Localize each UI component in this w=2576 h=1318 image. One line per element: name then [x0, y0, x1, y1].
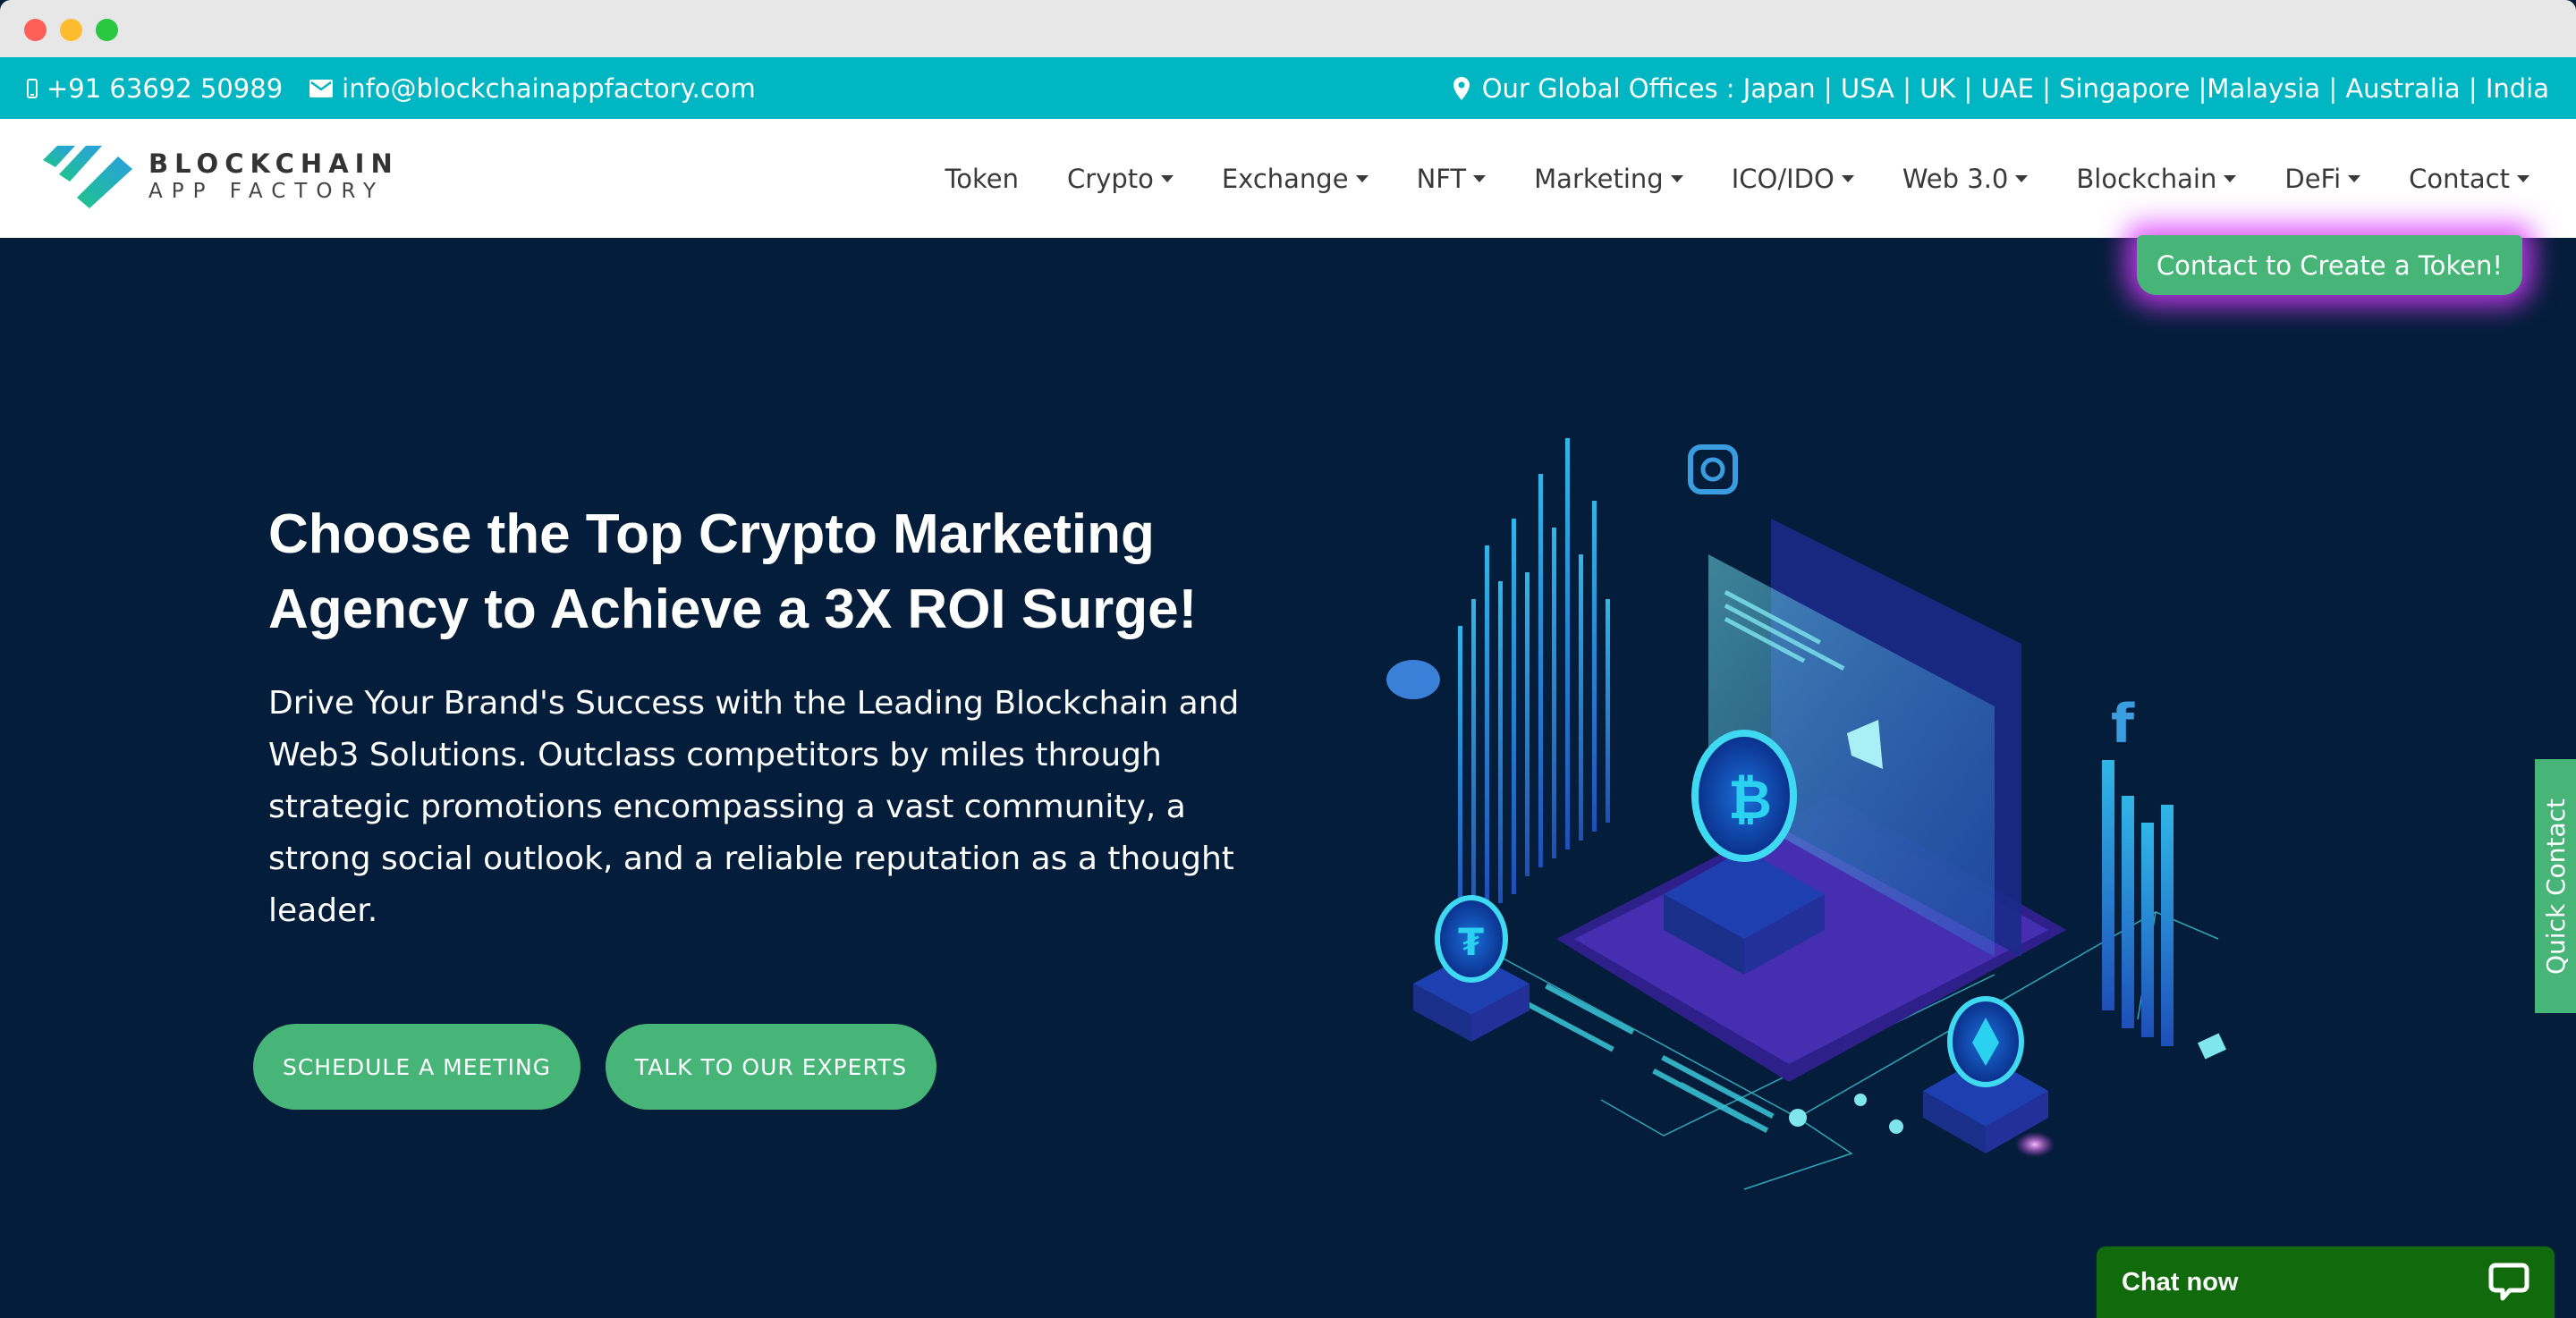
caret-down-icon: [2224, 174, 2237, 182]
main-navbar: BLOCKCHAIN APP FACTORY Token Crypto Exch…: [0, 119, 2576, 238]
logo-mark-icon: [43, 146, 132, 208]
email-link[interactable]: info@blockchainappfactory.com: [309, 73, 756, 104]
window-titlebar: [0, 0, 2576, 57]
bitcoin-icon: ₿: [1728, 769, 1772, 832]
ethereum-coin-pedestal: [1923, 996, 2048, 1153]
caret-down-icon: [1160, 174, 1174, 182]
logo-line-1: BLOCKCHAIN: [148, 148, 399, 179]
nav-label: Crypto: [1067, 163, 1154, 194]
nav-item-crypto[interactable]: Crypto: [1067, 164, 1174, 194]
nav-label: Token: [945, 163, 1019, 194]
nav-item-defi[interactable]: DeFi: [2284, 163, 2361, 194]
tether-icon: ₮: [1458, 920, 1484, 964]
caret-down-icon: [2015, 174, 2029, 182]
nav-label: DeFi: [2284, 163, 2342, 194]
tether-coin-pedestal: ₮: [1413, 895, 1530, 1042]
nav-label: ICO/IDO: [1731, 163, 1835, 194]
close-window-button[interactable]: [24, 19, 47, 41]
minimize-window-button[interactable]: [60, 19, 82, 41]
create-token-cta-button[interactable]: Contact to Create a Token!: [2136, 235, 2522, 295]
nav-item-blockchain[interactable]: Blockchain: [2076, 163, 2237, 194]
envelope-icon: [309, 79, 334, 97]
bar-chart-left: [1458, 438, 1610, 930]
nav-item-exchange[interactable]: Exchange: [1222, 164, 1368, 194]
phone-link[interactable]: +91 63692 50989: [27, 73, 283, 104]
mobile-phone-icon: [27, 78, 38, 98]
crypto-marketing-illustration: f ₿ ₮: [1386, 438, 2227, 1190]
circuit-node: [1789, 1109, 1807, 1127]
circuit-node: [1854, 1094, 1867, 1106]
nav-label: Blockchain: [2076, 163, 2217, 194]
nav-item-web3[interactable]: Web 3.0: [1902, 164, 2029, 194]
data-chip: [2197, 1033, 2227, 1060]
caret-down-icon: [2348, 174, 2361, 182]
map-marker-icon: [1453, 76, 1470, 100]
discord-icon: [1386, 660, 1440, 699]
nav-item-token[interactable]: Token: [945, 164, 1019, 194]
quick-contact-label: Quick Contact: [2540, 798, 2571, 975]
nav-label: Exchange: [1221, 163, 1349, 194]
nav-label: Marketing: [1534, 163, 1664, 194]
hero-subtext: Drive Your Brand's Success with the Lead…: [268, 685, 1240, 929]
chat-bubble-icon: [2488, 1263, 2529, 1301]
logo-line-2: APP FACTORY: [148, 180, 386, 203]
caret-down-icon: [1670, 174, 1683, 182]
bar-chart-right: [2102, 760, 2174, 1046]
hero-headline: Choose the Top Crypto Marketing Agency t…: [268, 503, 1198, 640]
primary-nav: Token Crypto Exchange NFT Marketing ICO/…: [945, 119, 2529, 238]
caret-down-icon: [1473, 174, 1487, 182]
quick-contact-tab[interactable]: Quick Contact: [2535, 759, 2576, 1013]
nav-label: Contact: [2409, 163, 2510, 194]
nav-item-ico-ido[interactable]: ICO/IDO: [1732, 164, 1854, 194]
phone-number: +91 63692 50989: [47, 72, 284, 104]
nav-item-nft[interactable]: NFT: [1417, 164, 1487, 194]
caret-down-icon: [2517, 174, 2529, 182]
nav-label: Web 3.0: [1902, 163, 2009, 194]
email-address: info@blockchainappfactory.com: [342, 72, 756, 104]
nav-label: NFT: [1416, 163, 1467, 194]
instagram-icon: [1688, 444, 1738, 494]
nav-item-contact[interactable]: Contact: [2409, 164, 2529, 194]
logo[interactable]: BLOCKCHAIN APP FACTORY: [43, 144, 399, 208]
caret-down-icon: [1841, 174, 1854, 182]
circuit-node: [1889, 1119, 1903, 1134]
schedule-meeting-button[interactable]: SCHEDULE A MEETING: [253, 1024, 580, 1110]
maximize-window-button[interactable]: [96, 19, 118, 41]
chat-now-widget[interactable]: Chat now: [2097, 1246, 2555, 1318]
top-contact-bar: +91 63692 50989 info@blockchainappfactor…: [0, 57, 2576, 119]
glow-dot: [2015, 1132, 2055, 1157]
global-offices-text: Our Global Offices : Japan | USA | UK | …: [1481, 72, 2549, 104]
talk-to-experts-button[interactable]: TALK TO OUR EXPERTS: [606, 1024, 936, 1110]
caret-down-icon: [1355, 174, 1368, 182]
nav-item-marketing[interactable]: Marketing: [1534, 164, 1683, 194]
facebook-icon: f: [2111, 693, 2135, 756]
chat-now-label: Chat now: [2122, 1267, 2239, 1297]
